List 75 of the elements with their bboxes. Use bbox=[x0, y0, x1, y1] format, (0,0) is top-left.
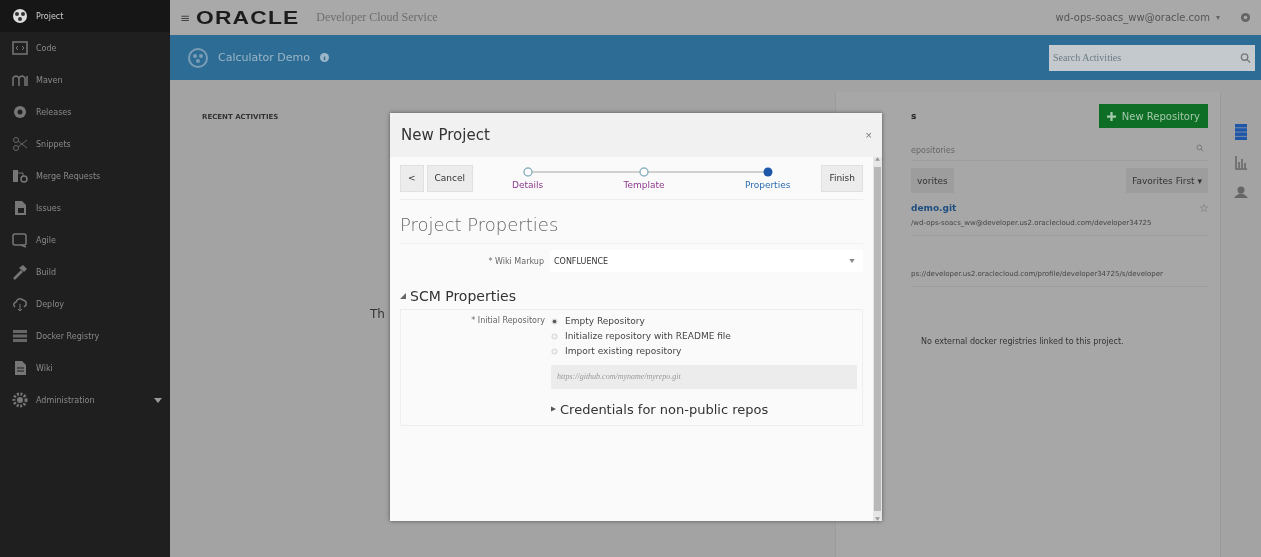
expanded-triangle-icon bbox=[400, 293, 406, 299]
branch-icon bbox=[12, 168, 28, 184]
gear-icon bbox=[12, 392, 28, 408]
user-menu[interactable]: wd-ops-soacs_ww@oracle.com bbox=[1055, 12, 1210, 23]
wizard-step[interactable]: Properties bbox=[744, 166, 791, 190]
sidebar-item[interactable]: Code bbox=[0, 32, 170, 64]
search-icon bbox=[1196, 144, 1204, 152]
filled-circle-icon bbox=[762, 166, 773, 177]
section-title: Project Properties bbox=[400, 214, 560, 235]
sidebar-item[interactable]: Administration bbox=[0, 384, 170, 416]
repository-name[interactable]: demo.git bbox=[911, 203, 957, 213]
board-icon bbox=[12, 232, 28, 248]
field-label: * Wiki Markup bbox=[487, 256, 545, 266]
search-icon bbox=[1240, 52, 1251, 63]
arches-icon bbox=[12, 72, 28, 88]
sidebar-item[interactable]: Project bbox=[0, 0, 170, 32]
dialog-title: New Project bbox=[401, 126, 490, 144]
menu-icon[interactable]: ≡ bbox=[180, 10, 191, 25]
wizard-step[interactable]: Details bbox=[512, 166, 544, 190]
grid-icon bbox=[12, 328, 28, 344]
logo: ORACLE bbox=[196, 6, 300, 29]
finish-button[interactable]: Finish bbox=[821, 164, 863, 192]
plus-icon bbox=[1106, 111, 1116, 121]
document-icon bbox=[12, 360, 28, 376]
hammer-icon bbox=[12, 264, 28, 280]
radio-option[interactable]: Empty Repository bbox=[551, 316, 857, 326]
empty-message: No external docker registries linked to this project. bbox=[921, 337, 1125, 346]
cancel-button[interactable]: Cancel bbox=[426, 164, 474, 192]
product-name: Developer Cloud Service bbox=[316, 10, 439, 25]
sidebar-item[interactable]: Issues bbox=[0, 192, 170, 224]
sidebar-item[interactable]: Agile bbox=[0, 224, 170, 256]
section-title: s bbox=[911, 111, 917, 121]
document-icon bbox=[12, 200, 28, 216]
sidebar-item[interactable]: Merge Requests bbox=[0, 160, 170, 192]
back-button[interactable]: < bbox=[400, 164, 424, 192]
people-icon[interactable] bbox=[1234, 186, 1248, 198]
sidebar-item[interactable]: Deploy bbox=[0, 288, 170, 320]
code-window-icon bbox=[12, 40, 28, 56]
sort-dropdown[interactable]: Favorites First ▾ bbox=[1126, 168, 1208, 193]
list-icon[interactable] bbox=[1235, 124, 1247, 140]
sidebar-item[interactable]: Maven bbox=[0, 64, 170, 96]
search-field[interactable]: Search Activities bbox=[1049, 44, 1255, 71]
scrollbar-thumb[interactable] bbox=[874, 167, 881, 511]
sidebar-item[interactable]: Build bbox=[0, 256, 170, 288]
globe-icon bbox=[188, 47, 208, 68]
sidebar-item[interactable]: Snippets bbox=[0, 128, 170, 160]
info-icon bbox=[320, 53, 330, 62]
scissors-icon bbox=[12, 136, 28, 152]
new-repository-button[interactable]: New Repository bbox=[1098, 104, 1208, 128]
close-button[interactable]: × bbox=[865, 129, 872, 141]
wizard-step[interactable]: Template bbox=[623, 166, 665, 190]
gear-icon[interactable] bbox=[1240, 12, 1251, 23]
collapsed-triangle-icon bbox=[551, 406, 556, 412]
radio-option[interactable]: Initialize repository with README file bbox=[551, 331, 857, 341]
sidebar-item[interactable]: Releases bbox=[0, 96, 170, 128]
repository-url-field[interactable]: https://github.com/myname/myrepo.git bbox=[551, 364, 857, 389]
field-label: * Initial Repository bbox=[470, 316, 546, 325]
empty-message: Th bbox=[370, 307, 385, 321]
section-toggle[interactable]: SCM Properties bbox=[400, 288, 863, 304]
circle-icon bbox=[522, 166, 533, 177]
globe-icon bbox=[12, 8, 28, 24]
cloud-icon bbox=[12, 296, 28, 312]
sidebar-item[interactable]: Wiki bbox=[0, 352, 170, 384]
sidebar-item[interactable]: Docker Registry bbox=[0, 320, 170, 352]
wiki-markup-dropdown[interactable]: CONFLUENCE bbox=[550, 250, 863, 272]
caret-down-icon bbox=[849, 259, 855, 263]
credentials-toggle[interactable]: Credentials for non-public repos bbox=[551, 401, 857, 417]
gear-icon bbox=[12, 104, 28, 120]
radio-option[interactable]: Import existing repository bbox=[551, 346, 857, 356]
star-icon[interactable] bbox=[1200, 204, 1208, 212]
circle-icon bbox=[639, 166, 650, 177]
project-name[interactable]: Calculator Demo bbox=[218, 51, 311, 64]
scroll-down-icon bbox=[875, 517, 880, 521]
bar-chart-icon[interactable] bbox=[1235, 156, 1247, 170]
favorites-button[interactable]: vorites bbox=[911, 168, 954, 193]
